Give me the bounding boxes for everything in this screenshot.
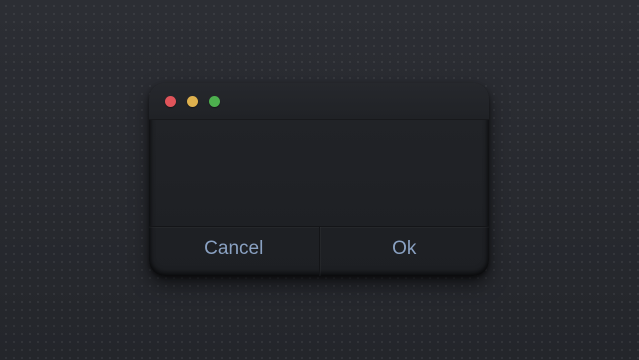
- zoom-window-icon[interactable]: [209, 96, 220, 107]
- dialog-window: Cancel Ok: [149, 83, 489, 276]
- ok-button[interactable]: Ok: [320, 227, 490, 276]
- cancel-button[interactable]: Cancel: [149, 227, 319, 276]
- title-bar[interactable]: [149, 83, 489, 120]
- dialog-footer: Cancel Ok: [149, 226, 489, 276]
- dialog-content: [149, 120, 489, 226]
- minimize-window-icon[interactable]: [187, 96, 198, 107]
- close-window-icon[interactable]: [165, 96, 176, 107]
